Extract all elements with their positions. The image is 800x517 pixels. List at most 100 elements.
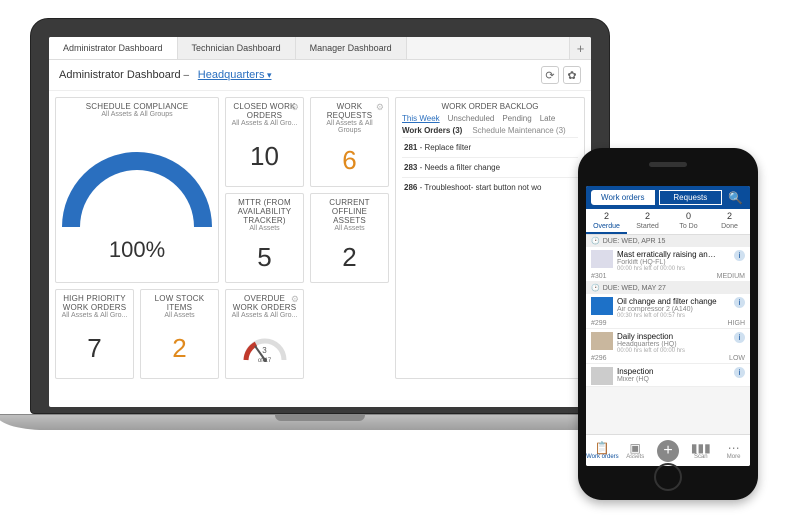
clipboard-icon: 📋 xyxy=(595,442,610,454)
backlog-row[interactable]: 281 - Replace filter xyxy=(402,137,578,157)
asset-thumbnail xyxy=(591,297,613,315)
card-value: 5 xyxy=(257,234,271,280)
card-offline-assets[interactable]: CURRENT OFFLINE ASSETS All Assets 2 xyxy=(310,193,389,283)
work-order-item[interactable]: Daily inspection Headquarters (HQ) 00:00… xyxy=(586,329,750,364)
gear-icon[interactable]: ⚙ xyxy=(376,102,384,113)
plus-icon: + xyxy=(657,440,679,462)
card-subtitle: All Assets & All Groups xyxy=(315,120,384,134)
card-title: HIGH PRIORITY WORK ORDERS xyxy=(60,294,129,312)
gear-icon[interactable]: ⚙ xyxy=(291,294,299,305)
wo-time: 00:30 hrs left of 00:57 hrs xyxy=(617,313,730,319)
work-order-item[interactable]: Oil change and filter change Air compres… xyxy=(586,294,750,329)
dashboard-body: SCHEDULE COMPLIANCE All Assets & All Gro… xyxy=(49,91,591,385)
tabbar-scan[interactable]: ▮▮▮Scan xyxy=(684,435,717,466)
mini-gauge-icon: 3of 17 xyxy=(242,334,288,364)
wo-time: 00:00 hrs left of 00:00 hrs xyxy=(617,266,730,272)
dashboard-tabs: Administrator Dashboard Technician Dashb… xyxy=(49,37,591,60)
card-high-priority[interactable]: HIGH PRIORITY WORK ORDERS All Assets & A… xyxy=(55,289,134,379)
card-subtitle: All Assets & All Groups xyxy=(101,111,172,118)
wo-asset: Forklift (HQ-FL) xyxy=(617,259,730,266)
tab-technician[interactable]: Technician Dashboard xyxy=(178,37,296,59)
asset-thumbnail xyxy=(591,367,613,385)
backlog-subtab-sm[interactable]: Schedule Maintenance (3) xyxy=(472,126,565,135)
wo-asset: Headquarters (HQ) xyxy=(617,341,730,348)
segment-work-orders[interactable]: Work orders xyxy=(591,190,655,205)
laptop-bezel: Administrator Dashboard Technician Dashb… xyxy=(30,18,610,414)
card-value: 7 xyxy=(87,321,101,376)
settings-button[interactable]: ✿ xyxy=(563,66,581,84)
backlog-tab-unscheduled[interactable]: Unscheduled xyxy=(448,114,495,123)
barcode-icon: ▮▮▮ xyxy=(691,442,711,454)
card-work-requests[interactable]: ⚙ WORK REQUESTS All Assets & All Groups … xyxy=(310,97,389,187)
tabbar-add-button[interactable]: + xyxy=(652,435,685,466)
segment-requests[interactable]: Requests xyxy=(659,190,723,205)
backlog-row[interactable]: 286 - Troubleshoot- start button not wo xyxy=(402,177,578,197)
card-title: LOW STOCK ITEMS xyxy=(145,294,214,312)
card-value: 6 xyxy=(342,136,356,184)
more-icon: ⋯ xyxy=(728,442,740,454)
wo-title: Mast erratically raising an… xyxy=(617,250,730,259)
asset-thumbnail xyxy=(591,332,613,350)
status-tab-todo[interactable]: 0To Do xyxy=(668,209,709,234)
card-overdue-work-orders[interactable]: ⚙ OVERDUE WORK ORDERS All Assets & All G… xyxy=(225,289,304,379)
work-order-list[interactable]: 🕑DUE: WED, APR 15 Mast erratically raisi… xyxy=(586,235,750,434)
info-icon[interactable]: i xyxy=(734,250,745,261)
add-tab-button[interactable]: + xyxy=(569,37,591,59)
backlog-title: WORK ORDER BACKLOG xyxy=(402,102,578,111)
backlog-filter-tabs: This Week Unscheduled Pending Late xyxy=(402,114,578,123)
backlog-row[interactable]: 283 - Needs a filter change xyxy=(402,157,578,177)
location-dropdown[interactable]: Headquarters xyxy=(198,69,272,81)
info-icon[interactable]: i xyxy=(734,367,745,378)
asset-thumbnail xyxy=(591,250,613,268)
card-value: 2 xyxy=(172,321,186,376)
backlog-tab-late[interactable]: Late xyxy=(540,114,556,123)
clock-icon: 🕑 xyxy=(591,237,600,245)
dashboard-header: Administrator Dashboard – Headquarters ⟳… xyxy=(49,60,591,91)
tabbar-more[interactable]: ⋯More xyxy=(717,435,750,466)
segmented-control: Work orders Requests 🔍 xyxy=(586,186,750,209)
card-subtitle: All Assets xyxy=(164,312,194,319)
work-order-item[interactable]: Inspection Mixer (HQ i xyxy=(586,364,750,387)
tab-manager[interactable]: Manager Dashboard xyxy=(296,37,407,59)
laptop-mockup: Administrator Dashboard Technician Dashb… xyxy=(30,18,610,430)
card-schedule-compliance[interactable]: SCHEDULE COMPLIANCE All Assets & All Gro… xyxy=(55,97,219,283)
tab-admin[interactable]: Administrator Dashboard xyxy=(49,37,178,59)
cube-icon: ▣ xyxy=(630,442,641,454)
mini-total: of 17 xyxy=(258,358,271,364)
card-value: 2 xyxy=(342,234,356,280)
status-tab-overdue[interactable]: 2Overdue xyxy=(586,209,627,234)
card-mttr[interactable]: MTTR (FROM AVAILABILITY TRACKER) All Ass… xyxy=(225,193,304,283)
card-title: CURRENT OFFLINE ASSETS xyxy=(315,198,384,225)
work-order-item[interactable]: Mast erratically raising an… Forklift (H… xyxy=(586,247,750,282)
status-tab-started[interactable]: 2Started xyxy=(627,209,668,234)
wo-title: Daily inspection xyxy=(617,332,730,341)
tabbar-assets[interactable]: ▣Assets xyxy=(619,435,652,466)
backlog-subtab-wo[interactable]: Work Orders (3) xyxy=(402,126,462,135)
search-icon[interactable]: 🔍 xyxy=(726,191,745,205)
page-title: Administrator Dashboard xyxy=(59,69,181,81)
wo-asset: Mixer (HQ xyxy=(617,376,730,383)
backlog-tab-thisweek[interactable]: This Week xyxy=(402,114,440,123)
card-subtitle: All Assets xyxy=(334,225,364,232)
card-subtitle: All Assets & All Gro... xyxy=(232,312,298,319)
gear-icon[interactable]: ⚙ xyxy=(291,102,299,113)
tabbar-work-orders[interactable]: 📋Work orders xyxy=(586,435,619,466)
status-tab-done[interactable]: 2Done xyxy=(709,209,750,234)
mobile-app: Work orders Requests 🔍 2Overdue 2Started… xyxy=(586,186,750,466)
card-low-stock[interactable]: LOW STOCK ITEMS All Assets 2 xyxy=(140,289,219,379)
wo-priority: HIGH xyxy=(728,320,746,327)
due-header: 🕑DUE: WED, MAY 27 xyxy=(586,282,750,294)
card-subtitle: All Assets xyxy=(249,225,279,232)
wo-asset: Air compressor 2 (A140) xyxy=(617,306,730,313)
clock-icon: 🕑 xyxy=(591,284,600,292)
backlog-tab-pending[interactable]: Pending xyxy=(502,114,531,123)
tab-bar: 📋Work orders ▣Assets + ▮▮▮Scan ⋯More xyxy=(586,434,750,466)
card-closed-work-orders[interactable]: ⚙ CLOSED WORK ORDERS All Assets & All Gr… xyxy=(225,97,304,187)
info-icon[interactable]: i xyxy=(734,297,745,308)
wo-priority: LOW xyxy=(729,355,745,362)
status-tabs: 2Overdue 2Started 0To Do 2Done xyxy=(586,209,750,235)
wo-number: #296 xyxy=(591,355,607,362)
refresh-button[interactable]: ⟳ xyxy=(541,66,559,84)
card-title: WORK REQUESTS xyxy=(315,102,384,120)
info-icon[interactable]: i xyxy=(734,332,745,343)
